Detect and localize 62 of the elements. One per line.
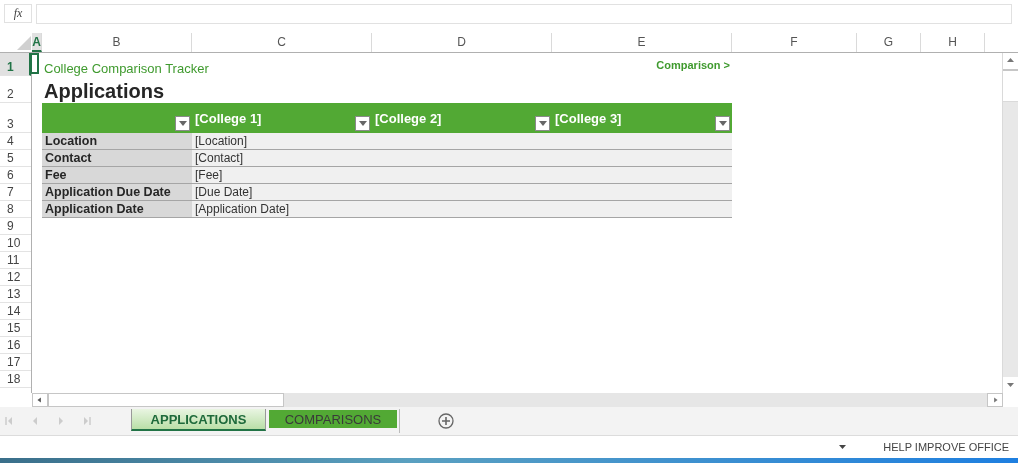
add-sheet-icon[interactable] xyxy=(438,413,454,429)
caret-icon xyxy=(718,121,727,126)
caret-icon xyxy=(358,121,367,126)
row-header[interactable]: 8 xyxy=(7,202,14,217)
caret-icon xyxy=(538,121,547,126)
insert-function-button[interactable]: fx xyxy=(4,4,32,23)
column-header[interactable]: F xyxy=(732,33,857,52)
row-label: Application Due Date xyxy=(45,185,171,199)
row-header[interactable]: 13 xyxy=(7,287,21,302)
table-cell: [Location] xyxy=(195,134,248,148)
scroll-left-icon[interactable] xyxy=(32,393,48,407)
row-header[interactable]: 10 xyxy=(7,236,21,251)
column-header[interactable]: H xyxy=(921,33,985,52)
comparison-link[interactable]: Comparison > xyxy=(656,58,730,71)
filter-dropdown-button[interactable] xyxy=(535,116,550,131)
table-cell: [Due Date] xyxy=(195,185,253,199)
row-label: Contact xyxy=(45,151,92,165)
row-header[interactable]: 16 xyxy=(7,338,21,353)
row-header[interactable]: 1 xyxy=(7,60,14,75)
filter-dropdown-button[interactable] xyxy=(175,116,190,131)
table-cell: [Fee] xyxy=(195,168,223,182)
row-header[interactable]: 14 xyxy=(7,304,21,319)
tracker-title: College Comparison Tracker xyxy=(44,61,209,76)
sheet-tab[interactable]: APPLICATIONS xyxy=(131,409,266,431)
sheet-heading: Applications xyxy=(44,80,164,103)
column-header[interactable]: D xyxy=(372,33,552,52)
row-header[interactable]: 5 xyxy=(7,151,14,166)
row-header[interactable]: 3 xyxy=(7,117,14,132)
formula-input[interactable] xyxy=(36,3,1012,24)
column-header[interactable]: E xyxy=(552,33,732,52)
row-header[interactable]: 7 xyxy=(7,185,14,200)
row-header[interactable]: 4 xyxy=(7,134,14,149)
scroll-thumb[interactable] xyxy=(48,393,284,407)
row-header[interactable]: 2 xyxy=(7,87,14,102)
column-heading: [College 3] xyxy=(555,111,622,126)
scroll-right-icon[interactable] xyxy=(987,393,1003,407)
row-header[interactable]: 18 xyxy=(7,372,21,387)
dropdown-caret-icon[interactable] xyxy=(839,445,847,449)
filter-dropdown-button[interactable] xyxy=(715,116,730,131)
row-header[interactable]: 9 xyxy=(7,219,14,234)
table-cell: [Contact] xyxy=(195,151,244,165)
row-header[interactable]: 15 xyxy=(7,321,21,336)
row-label: Application Date xyxy=(45,202,144,216)
row-header[interactable]: 12 xyxy=(7,270,21,285)
column-header[interactable]: A xyxy=(32,33,42,52)
horizontal-scrollbar[interactable] xyxy=(32,393,1003,407)
table-cell: [Application Date] xyxy=(195,202,290,216)
row-header[interactable]: 6 xyxy=(7,168,14,183)
row-header[interactable]: 11 xyxy=(7,253,20,268)
row-label: Fee xyxy=(45,168,67,182)
column-heading: [College 2] xyxy=(375,111,442,126)
column-heading: [College 1] xyxy=(195,111,262,126)
help-improve-office-link[interactable]: HELP IMPROVE OFFICE xyxy=(883,441,1009,453)
vertical-scrollbar[interactable] xyxy=(1002,53,1018,393)
column-header[interactable]: C xyxy=(192,33,372,52)
row-label: Location xyxy=(45,134,98,148)
sheet-tab[interactable]: COMPARISONS xyxy=(269,410,397,428)
filter-dropdown-button[interactable] xyxy=(355,116,370,131)
column-header[interactable]: B xyxy=(42,33,192,52)
row-header[interactable]: 17 xyxy=(7,355,21,370)
column-header[interactable]: G xyxy=(857,33,921,52)
caret-icon xyxy=(178,121,187,126)
